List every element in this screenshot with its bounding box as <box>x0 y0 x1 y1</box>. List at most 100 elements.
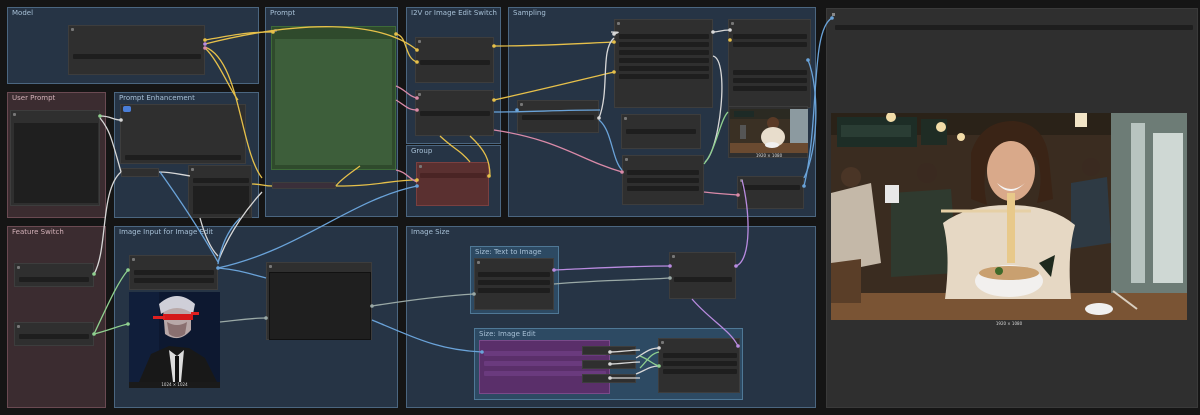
node-collapse-icon[interactable] <box>17 266 20 269</box>
vae-decode-node[interactable] <box>622 155 704 205</box>
group-title: Prompt <box>270 9 296 17</box>
enhancer-output-node[interactable] <box>188 165 252 218</box>
node-collapse-icon[interactable] <box>13 113 16 116</box>
group-title: Feature Switch <box>12 228 64 236</box>
switch-widget[interactable] <box>420 111 490 116</box>
model-loader-node[interactable] <box>68 25 205 75</box>
scheduler-field-3[interactable] <box>733 70 807 75</box>
scheduler-widget[interactable] <box>619 66 709 71</box>
node-collapse-icon[interactable] <box>832 13 835 16</box>
node-collapse-icon[interactable] <box>740 179 743 182</box>
feature-switch-node-1[interactable] <box>14 263 94 287</box>
node-collapse-icon[interactable] <box>731 22 734 25</box>
model-sampling-node[interactable] <box>621 114 701 149</box>
node-collapse-icon[interactable] <box>418 93 421 96</box>
math-node-3[interactable] <box>582 374 636 383</box>
node-collapse-icon[interactable] <box>274 29 277 32</box>
node-collapse-icon[interactable] <box>418 40 421 43</box>
group-feature-switch[interactable]: Feature Switch <box>7 226 106 408</box>
node-collapse-icon[interactable] <box>17 325 20 328</box>
cfg-widget[interactable] <box>619 50 709 55</box>
output-image-size-label: 1920 × 1080 <box>995 321 1023 326</box>
enhancer-output-text <box>193 186 249 214</box>
size-switch-node[interactable] <box>669 252 736 299</box>
node-collapse-icon[interactable] <box>71 28 74 31</box>
vae-widget-3[interactable] <box>627 186 699 191</box>
shift-widget[interactable] <box>626 129 696 134</box>
enhancer-switch-node[interactable] <box>121 168 159 177</box>
scheduler-field-4[interactable] <box>733 78 807 83</box>
user-prompt-node[interactable] <box>10 110 100 206</box>
vae-widget-2[interactable] <box>627 178 699 183</box>
size-text-to-image-node[interactable] <box>474 258 554 310</box>
reroute-node[interactable] <box>272 182 336 189</box>
math-node-2[interactable] <box>582 360 636 369</box>
node-collapse-icon[interactable] <box>132 258 135 261</box>
switch-node-1[interactable] <box>415 37 494 83</box>
empty-image-preview <box>269 272 371 340</box>
portrait-image <box>129 292 220 382</box>
ksampler-node[interactable] <box>614 19 713 108</box>
image-edit-preview-node[interactable] <box>266 262 372 340</box>
scheduler-field-1[interactable] <box>733 34 807 39</box>
sampler-input-widget[interactable] <box>522 115 594 120</box>
model-name-widget[interactable] <box>73 54 201 59</box>
save-image-node[interactable] <box>737 176 804 209</box>
edit-output-widget-3[interactable] <box>663 369 737 374</box>
feature-switch-node-2[interactable] <box>14 322 94 346</box>
filename-widget[interactable] <box>742 185 800 190</box>
denoise-widget[interactable] <box>619 74 709 79</box>
enable-toggle[interactable] <box>123 106 131 112</box>
group-node[interactable] <box>416 162 489 206</box>
feature-switch-widget[interactable] <box>19 277 89 282</box>
load-image-node[interactable] <box>129 255 218 290</box>
scheduler-field-5[interactable] <box>733 86 807 91</box>
switch-widget[interactable] <box>420 60 490 65</box>
height-widget[interactable] <box>478 280 550 285</box>
sampler-widget[interactable] <box>619 58 709 63</box>
prompt-text-area[interactable] <box>275 39 392 165</box>
feature-switch-widget[interactable] <box>19 334 89 339</box>
image-widget[interactable] <box>134 270 214 275</box>
node-collapse-icon[interactable] <box>624 117 627 120</box>
node-collapse-icon[interactable] <box>625 158 628 161</box>
upload-widget[interactable] <box>134 278 214 283</box>
group-widget[interactable] <box>420 173 486 178</box>
node-collapse-icon[interactable] <box>419 165 422 168</box>
image-output-panel[interactable]: 1920 × 1080 <box>826 8 1198 408</box>
seed-widget[interactable] <box>619 34 709 39</box>
sampler-input-node[interactable] <box>517 100 599 133</box>
enhancer-output-widget[interactable] <box>193 178 249 183</box>
node-graph-canvas[interactable]: Model Prompt I2V or Image Edit Switch Sa… <box>0 0 1200 415</box>
node-collapse-icon[interactable] <box>477 261 480 264</box>
math-node-1[interactable] <box>582 346 636 355</box>
group-title: Size: Image Edit <box>479 330 536 338</box>
size-switch-widget[interactable] <box>674 277 732 282</box>
group-title: Sampling <box>513 9 546 17</box>
vae-widget[interactable] <box>627 170 699 175</box>
text-encode-node[interactable] <box>271 26 396 170</box>
output-filename-widget[interactable] <box>835 25 1193 30</box>
prompt-enhancer-node[interactable] <box>120 104 246 164</box>
node-collapse-icon[interactable] <box>191 168 194 171</box>
size-edit-output-node[interactable] <box>658 338 740 393</box>
edit-output-widget-2[interactable] <box>663 361 737 366</box>
scheduler-node[interactable] <box>728 19 811 108</box>
preview-image-node[interactable]: 1920 × 1080 <box>728 106 808 158</box>
node-collapse-icon[interactable] <box>661 341 664 344</box>
user-prompt-text-area[interactable] <box>14 123 98 203</box>
enhancer-widget[interactable] <box>125 155 241 160</box>
group-title: Image Size <box>411 228 450 236</box>
node-collapse-icon[interactable] <box>269 265 272 268</box>
switch-node-2[interactable] <box>415 90 494 136</box>
node-collapse-icon[interactable] <box>672 255 675 258</box>
node-collapse-icon[interactable] <box>617 22 620 25</box>
node-collapse-icon[interactable] <box>520 103 523 106</box>
edit-output-widget-1[interactable] <box>663 353 737 358</box>
width-widget[interactable] <box>478 272 550 277</box>
ramen-output-image <box>831 113 1187 320</box>
scheduler-field-2[interactable] <box>733 42 807 47</box>
batch-widget[interactable] <box>478 288 550 293</box>
group-title: Prompt Enhancement <box>119 94 195 102</box>
steps-widget[interactable] <box>619 42 709 47</box>
